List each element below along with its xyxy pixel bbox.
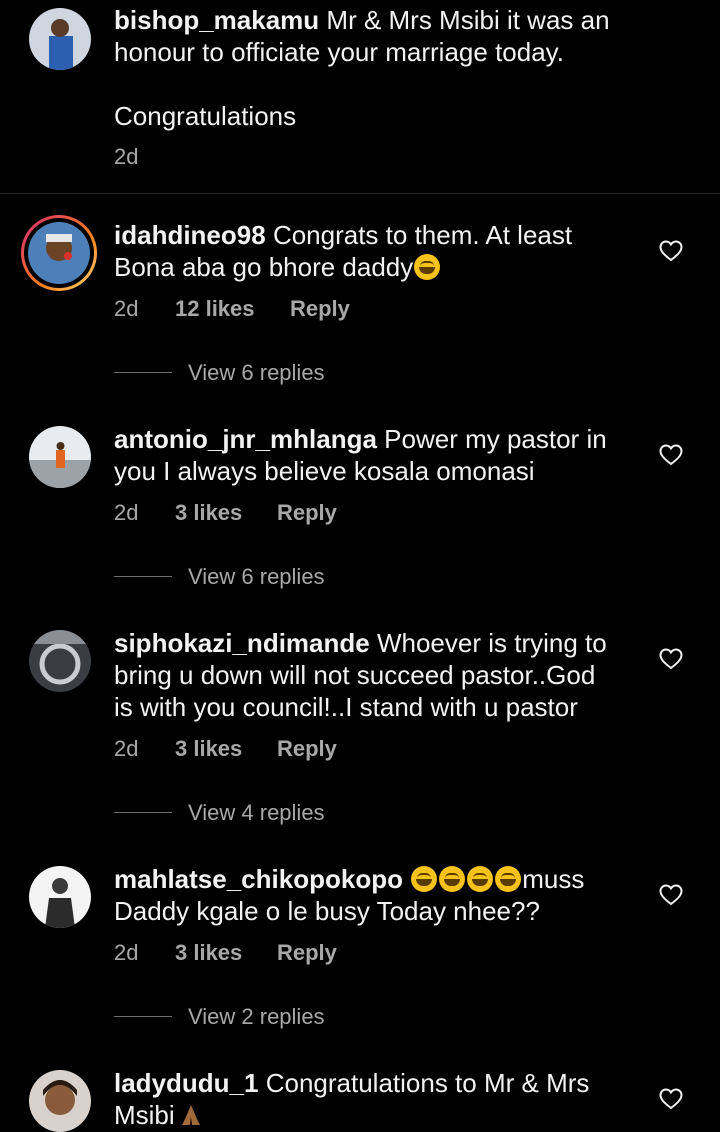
avatar[interactable] — [29, 8, 91, 70]
grinning-squinting-face-emoji — [411, 866, 438, 892]
comment-text: siphokazi_ndimande Whoever is trying to … — [114, 628, 607, 722]
avatar[interactable] — [28, 222, 90, 284]
reply-button[interactable]: Reply — [277, 938, 337, 968]
comment-text: antonio_jnr_mhlanga Power my pastor in y… — [114, 424, 607, 486]
heart-icon[interactable] — [659, 240, 683, 262]
likes-count[interactable]: 3 likes — [175, 734, 242, 764]
reply-button[interactable]: Reply — [290, 294, 350, 324]
replies-line — [114, 812, 172, 813]
view-replies-label: View 6 replies — [188, 564, 325, 589]
timestamp: 2d — [114, 296, 139, 321]
divider — [0, 193, 720, 194]
avatar[interactable] — [29, 630, 91, 692]
heart-icon[interactable] — [659, 884, 683, 906]
username[interactable]: bishop_makamu — [114, 5, 319, 35]
grinning-squinting-face-emoji — [495, 866, 522, 892]
comment-text: idahdineo98 Congrats to them. At least B… — [114, 220, 573, 282]
comment-text: bishop_makamu Mr & Mrs Msibi it was an h… — [114, 5, 610, 131]
grinning-squinting-face-emoji — [439, 866, 466, 892]
comment-text: ladydudu_1 Congratulations to Mr & Mrs M… — [114, 1068, 590, 1130]
comment-text: mahlatse_chikopokopo muss Daddy kgale o … — [114, 864, 585, 926]
heart-icon[interactable] — [659, 648, 683, 670]
username[interactable]: antonio_jnr_mhlanga — [114, 424, 377, 454]
reply-button[interactable]: Reply — [277, 498, 337, 528]
replies-line — [114, 1016, 172, 1017]
view-replies-label: View 6 replies — [188, 360, 325, 385]
username[interactable]: idahdineo98 — [114, 220, 266, 250]
likes-count[interactable]: 12 likes — [175, 294, 255, 324]
avatar[interactable] — [29, 426, 91, 488]
timestamp: 2d — [114, 736, 139, 761]
folded-hands-emoji — [181, 1105, 200, 1125]
username[interactable]: mahlatse_chikopokopo — [114, 864, 403, 894]
view-replies-label: View 2 replies — [188, 1004, 325, 1029]
avatar[interactable] — [29, 1070, 91, 1132]
view-replies-label: View 4 replies — [188, 800, 325, 825]
heart-icon[interactable] — [659, 1088, 683, 1110]
replies-line — [114, 372, 172, 373]
likes-count[interactable]: 3 likes — [175, 498, 242, 528]
heart-icon[interactable] — [659, 444, 683, 466]
username[interactable]: ladydudu_1 — [114, 1068, 258, 1098]
username[interactable]: siphokazi_ndimande — [114, 628, 370, 658]
timestamp: 2d — [114, 144, 139, 169]
timestamp: 2d — [114, 500, 139, 525]
replies-line — [114, 576, 172, 577]
reply-button[interactable]: Reply — [277, 734, 337, 764]
grinning-squinting-face-emoji — [467, 866, 494, 892]
likes-count[interactable]: 3 likes — [175, 938, 242, 968]
avatar[interactable] — [29, 866, 91, 928]
yawning-face-emoji — [414, 254, 441, 280]
timestamp: 2d — [114, 940, 139, 965]
